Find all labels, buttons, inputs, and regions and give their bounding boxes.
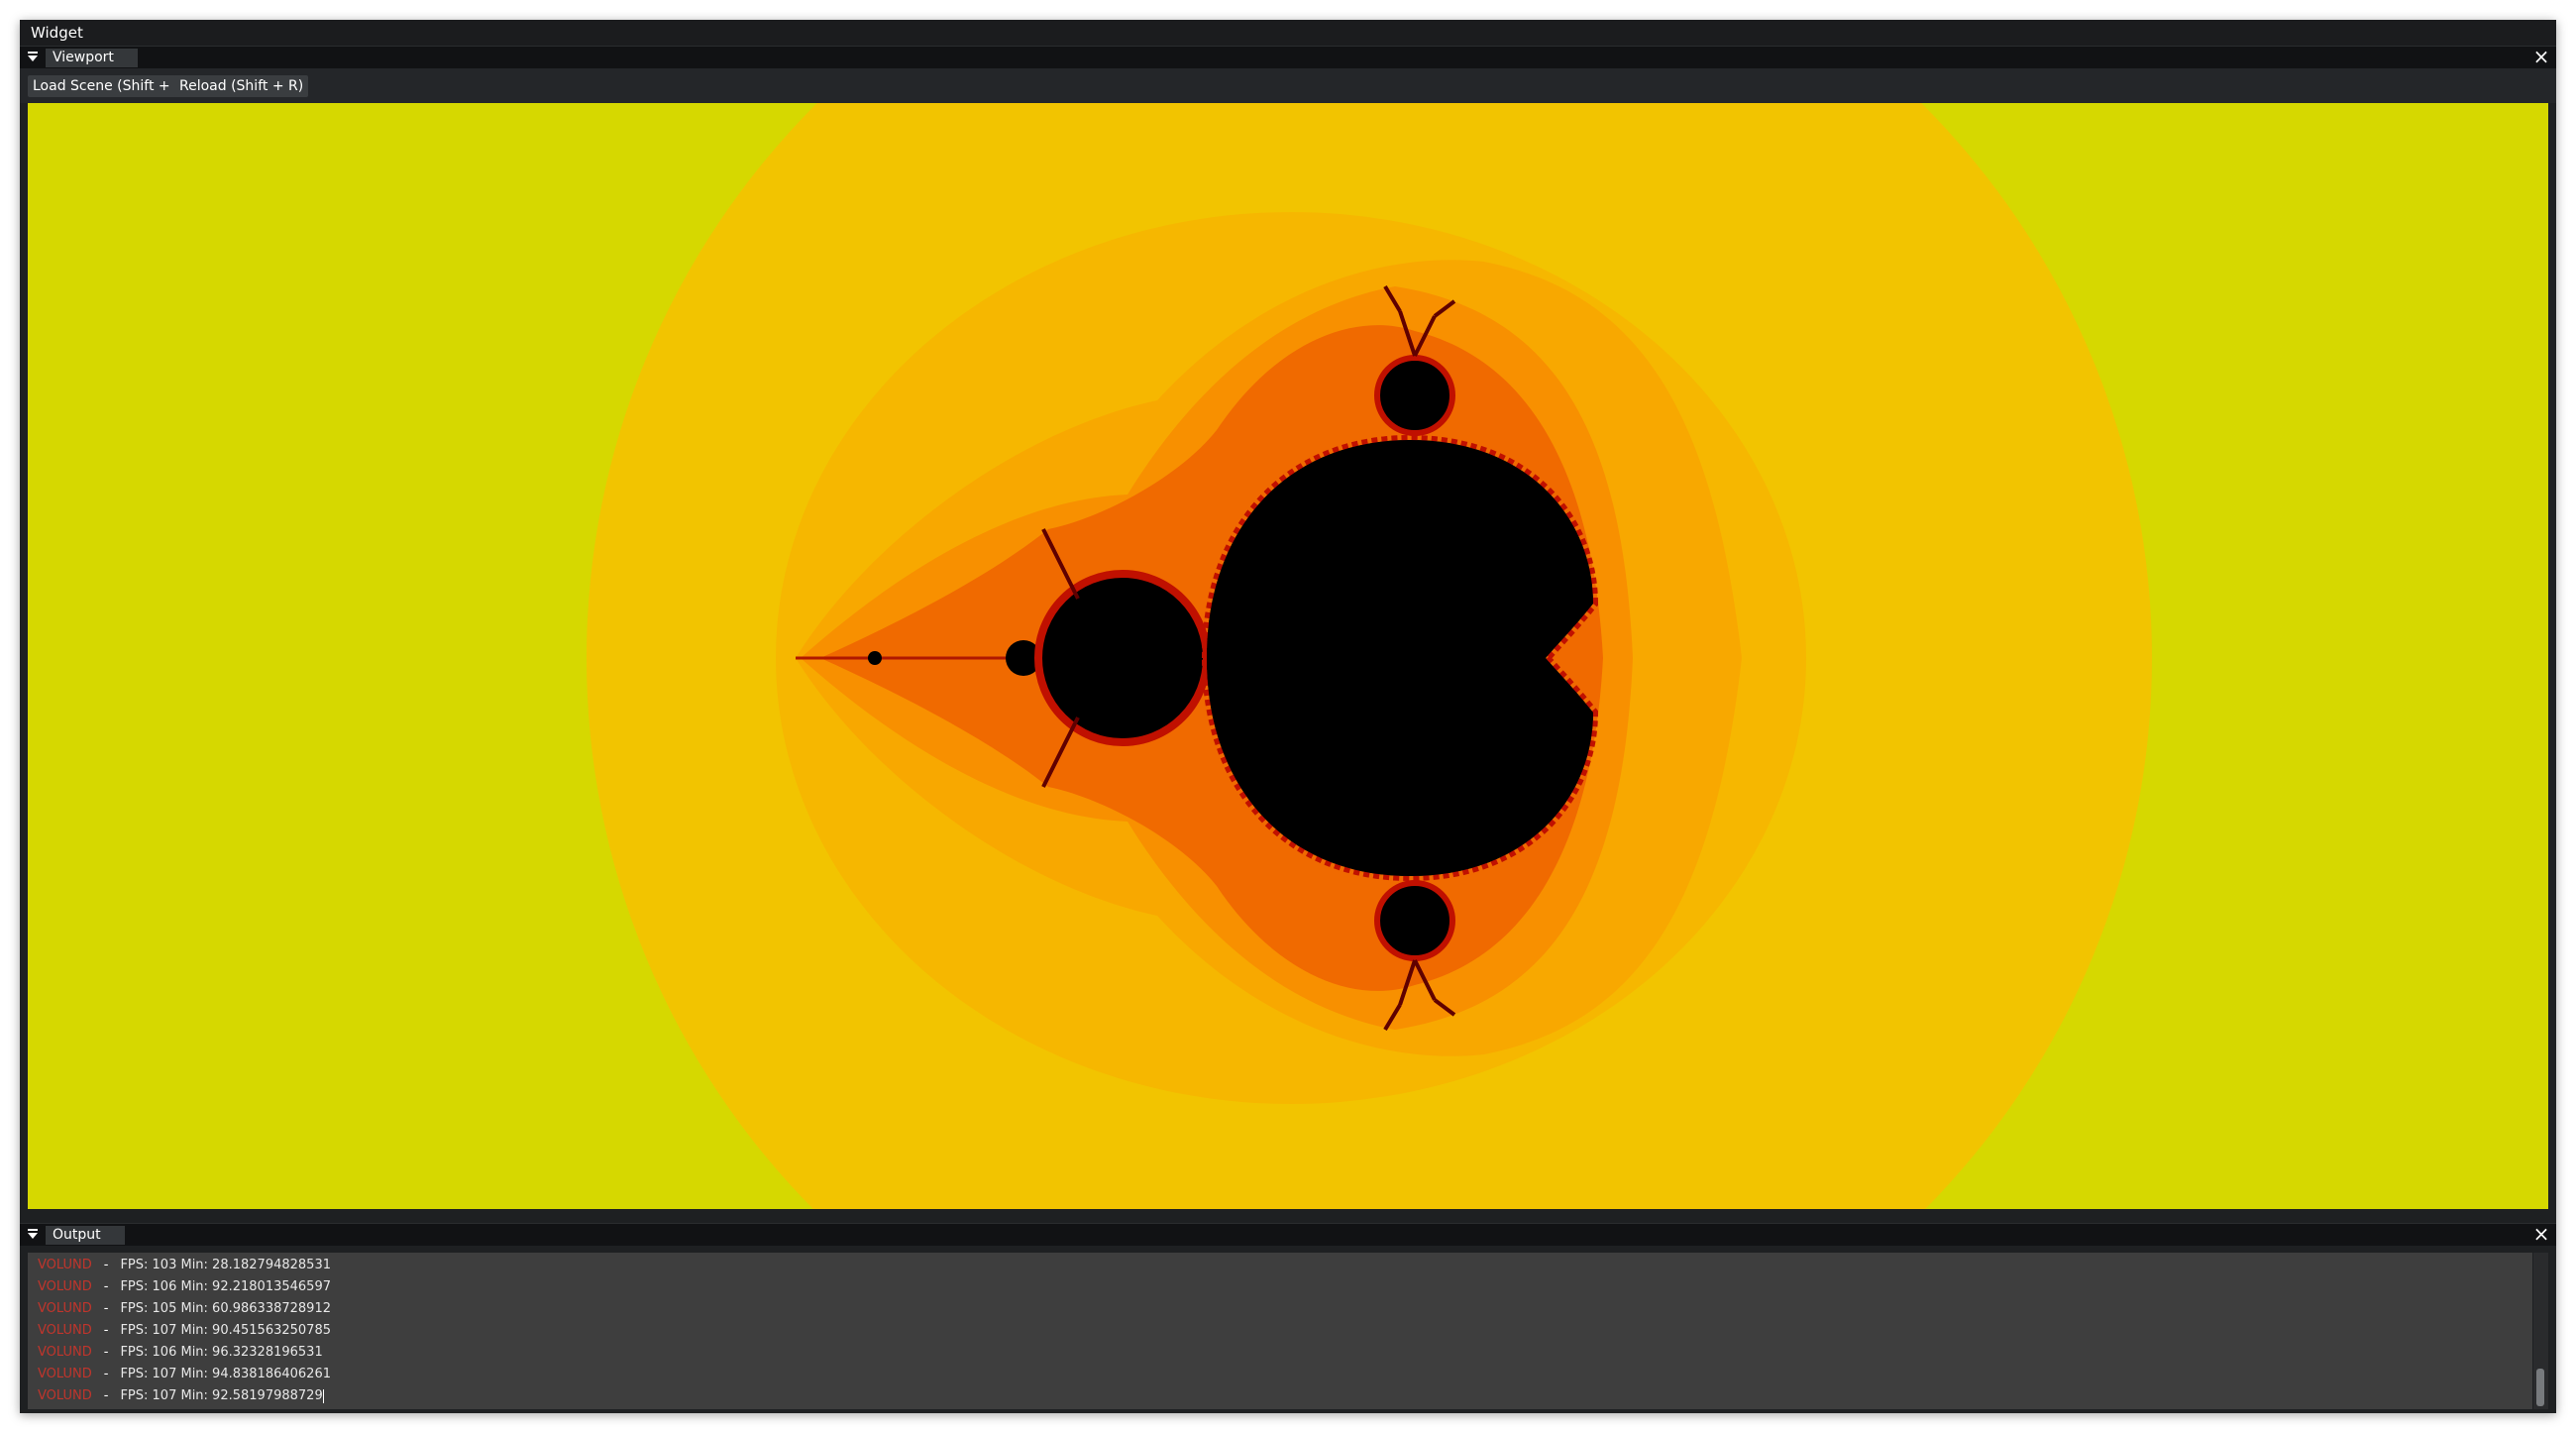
log-separator: - [103, 1258, 109, 1272]
log-separator: - [103, 1345, 109, 1360]
app-window: Widget Viewport × Load Scene (Shift + E)… [20, 20, 2556, 1413]
load-scene-button[interactable]: Load Scene (Shift + E) [28, 75, 194, 97]
log-separator: - [103, 1279, 109, 1294]
reload-button[interactable]: Reload (Shift + R) [174, 75, 309, 97]
log-tag: VOLUND [38, 1279, 92, 1294]
log-line: VOLUND - FPS: 106 Min: 96.32328196531 [38, 1342, 323, 1364]
text-caret [322, 1388, 324, 1403]
tab-output[interactable]: Output [46, 1226, 125, 1245]
log-tag: VOLUND [38, 1388, 92, 1403]
log-separator: - [103, 1367, 109, 1381]
log-message: FPS: 106 Min: 96.32328196531 [120, 1345, 323, 1360]
output-tabbar: Output × [20, 1223, 2556, 1246]
log-separator: - [103, 1323, 109, 1338]
log-message: FPS: 107 Min: 90.451563250785 [120, 1323, 331, 1338]
log-tag: VOLUND [38, 1301, 92, 1316]
mini-bulb [868, 651, 882, 665]
log-separator: - [103, 1388, 109, 1403]
log-message: FPS: 107 Min: 94.838186406261 [120, 1367, 331, 1381]
log-line: VOLUND - FPS: 107 Min: 90.451563250785 [38, 1320, 331, 1342]
output-log[interactable]: VOLUND - FPS: 103 Min: 28.182794828531 VOL… [28, 1253, 2532, 1409]
window-title: Widget [31, 24, 83, 42]
render-viewport[interactable] [28, 103, 2548, 1209]
bottom-bulb [1374, 880, 1455, 961]
log-tag: VOLUND [38, 1323, 92, 1338]
mandelbrot-render [28, 103, 2548, 1209]
scrollbar-thumb[interactable] [2536, 1369, 2544, 1406]
log-line: VOLUND - FPS: 105 Min: 60.986338728912 [38, 1298, 331, 1320]
log-line: VOLUND - FPS: 106 Min: 92.218013546597 [38, 1276, 331, 1298]
window-titlebar: Widget [20, 20, 2556, 46]
log-message: FPS: 106 Min: 92.218013546597 [120, 1279, 331, 1294]
log-line: VOLUND - FPS: 103 Min: 28.182794828531 [38, 1255, 331, 1276]
log-message: FPS: 107 Min: 92.58197988729 [120, 1388, 323, 1403]
close-icon[interactable]: × [2532, 47, 2550, 66]
log-tag: VOLUND [38, 1258, 92, 1272]
log-tag: VOLUND [38, 1345, 92, 1360]
panel-menu-icon[interactable] [27, 51, 39, 62]
log-message: FPS: 103 Min: 28.182794828531 [120, 1258, 331, 1272]
log-tag: VOLUND [38, 1367, 92, 1381]
close-icon[interactable]: × [2532, 1224, 2550, 1244]
tab-viewport[interactable]: Viewport [46, 49, 138, 67]
panel-menu-icon[interactable] [27, 1228, 39, 1240]
log-separator: - [103, 1301, 109, 1316]
viewport-tabbar: Viewport × [20, 46, 2556, 68]
log-line: VOLUND - FPS: 107 Min: 94.838186406261 [38, 1364, 331, 1385]
top-bulb [1374, 355, 1455, 436]
output-scrollbar[interactable] [2533, 1253, 2548, 1409]
viewport-toolbar: Load Scene (Shift + E) Reload (Shift + R… [20, 68, 2556, 103]
main-cardioid-fill [1207, 440, 1593, 876]
log-message: FPS: 105 Min: 60.986338728912 [120, 1301, 331, 1316]
period-2-bulb [1034, 570, 1211, 746]
log-line: VOLUND - FPS: 107 Min: 92.58197988729 [38, 1385, 324, 1407]
